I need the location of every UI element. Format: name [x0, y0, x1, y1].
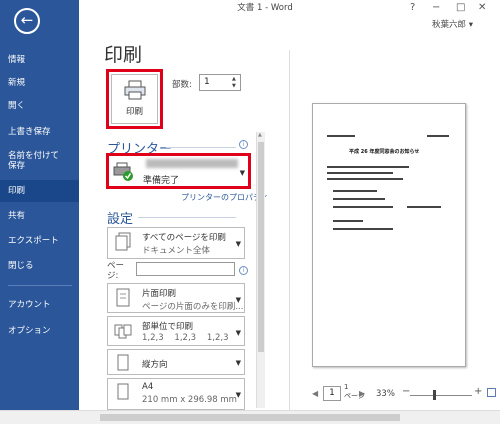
collate-select[interactable]: 部単位で印刷 1,2,3 1,2,3 1,2,3 ▼: [107, 316, 245, 346]
scroll-up-icon[interactable]: ▲: [258, 132, 262, 138]
window-title: 文書 1 - Word: [237, 3, 293, 13]
duplex-select[interactable]: 片面印刷 ページの片面のみを印刷... ▼: [107, 283, 245, 313]
settings-section-title: 設定: [107, 212, 134, 227]
collate-icon: [114, 324, 132, 339]
preview-line: [333, 206, 393, 208]
nav-info[interactable]: 情報: [0, 49, 79, 71]
collate-desc: 1,2,3 1,2,3 1,2,3: [142, 333, 229, 343]
zoom-in-icon[interactable]: +: [474, 386, 482, 397]
preview-line: [327, 135, 355, 137]
paper-size-desc: 210 mm x 296.98 mm: [142, 395, 237, 405]
nav-new[interactable]: 新規: [0, 72, 79, 94]
nav-close[interactable]: 閉じる: [0, 255, 79, 277]
info-icon[interactable]: i: [239, 266, 248, 275]
print-range-desc: ドキュメント全体: [142, 246, 211, 256]
prev-page-icon[interactable]: ◀: [312, 389, 318, 398]
close-icon[interactable]: ✕: [478, 2, 486, 13]
preview-line: [327, 172, 393, 174]
print-range-label: すべてのページを印刷: [142, 233, 226, 243]
copies-input[interactable]: 1 ▲ ▼: [199, 74, 241, 91]
preview-line: [333, 198, 385, 200]
print-button-label: 印刷: [125, 107, 143, 117]
preview-line: [407, 206, 441, 208]
nav-save-as[interactable]: 名前を付けて 保存: [0, 149, 79, 175]
print-preview-page: 平成 26 年度同窓会のお知らせ: [312, 103, 466, 367]
duplex-label: 片面印刷: [142, 289, 177, 299]
print-button[interactable]: 印刷: [106, 69, 163, 129]
nav-open[interactable]: 開く: [0, 95, 79, 117]
collate-label: 部単位で印刷: [142, 322, 194, 332]
backstage-sidebar: ← 情報 新規 開く 上書き保存 名前を付けて 保存 印刷 共有 エクスポート …: [0, 0, 79, 424]
printer-select[interactable]: 準備完了 ▼: [106, 153, 251, 189]
one-sided-icon: [116, 288, 130, 307]
nav-save[interactable]: 上書き保存: [0, 121, 79, 143]
preview-title: 平成 26 年度同窓会のお知らせ: [349, 149, 420, 155]
portrait-icon: [117, 354, 129, 371]
spin-up-icon[interactable]: ▲: [232, 76, 238, 83]
section-rule: [166, 147, 236, 148]
restore-icon[interactable]: □: [456, 2, 465, 13]
orientation-label: 縦方向: [142, 360, 168, 370]
spin-down-icon[interactable]: ▼: [232, 83, 238, 90]
nav-divider: [8, 285, 72, 286]
chevron-down-icon: ▼: [235, 329, 241, 337]
chevron-down-icon: ▼: [235, 296, 241, 304]
duplex-desc: ページの片面のみを印刷...: [142, 302, 244, 312]
preview-line: [333, 190, 377, 192]
user-account[interactable]: 秋葉六郎 ▾: [432, 18, 473, 30]
copies-value: 1: [204, 77, 210, 87]
printer-icon: [124, 80, 146, 100]
printer-status: 準備完了: [143, 176, 180, 186]
copies-label: 部数:: [172, 80, 192, 90]
page-title: 印刷: [104, 44, 143, 66]
scroll-thumb[interactable]: [258, 142, 264, 352]
horizontal-scrollbar[interactable]: [0, 410, 500, 424]
printer-name-blurred: [146, 159, 238, 168]
fit-page-icon[interactable]: [487, 388, 496, 397]
next-page-icon[interactable]: ▶: [359, 389, 365, 398]
preview-line: [327, 178, 403, 180]
preview-line: [333, 228, 393, 230]
nav-share[interactable]: 共有: [0, 205, 79, 227]
preview-line: [333, 220, 363, 222]
paper-icon: [117, 383, 129, 400]
help-icon[interactable]: ?: [410, 2, 415, 13]
nav-export[interactable]: エクスポート: [0, 230, 79, 252]
pages-input[interactable]: [136, 262, 235, 276]
paper-size-select[interactable]: A4 210 mm x 296.98 mm ▼: [107, 378, 245, 410]
zoom-level: 33%: [376, 389, 395, 399]
pane-divider: [289, 50, 290, 410]
zoom-slider-knob[interactable]: [433, 390, 436, 400]
page-number-input[interactable]: 1: [323, 386, 341, 401]
nav-print[interactable]: 印刷: [0, 180, 79, 202]
nav-account[interactable]: アカウント: [0, 294, 79, 316]
settings-scrollbar[interactable]: ▲: [256, 132, 265, 408]
chevron-down-icon: ▼: [235, 391, 241, 399]
paper-size-label: A4: [142, 382, 154, 392]
preview-line: [427, 135, 449, 137]
preview-line: [327, 166, 409, 168]
zoom-slider-track[interactable]: [410, 395, 472, 396]
nav-options[interactable]: オプション: [0, 320, 79, 342]
hscroll-thumb[interactable]: [100, 414, 400, 421]
info-icon[interactable]: i: [239, 140, 248, 149]
printer-ready-icon: [113, 162, 133, 181]
pages-label: ペー ジ:: [107, 261, 125, 281]
orientation-select[interactable]: 縦方向 ▼: [107, 349, 245, 375]
print-range-select[interactable]: すべてのページを印刷 ドキュメント全体 ▼: [107, 227, 245, 259]
chevron-down-icon: ▼: [235, 359, 241, 367]
chevron-down-icon: ▼: [239, 169, 245, 177]
chevron-down-icon: ▼: [235, 240, 241, 248]
pages-icon: [115, 232, 131, 251]
minimize-icon[interactable]: −: [432, 2, 440, 13]
section-rule: [138, 217, 236, 218]
